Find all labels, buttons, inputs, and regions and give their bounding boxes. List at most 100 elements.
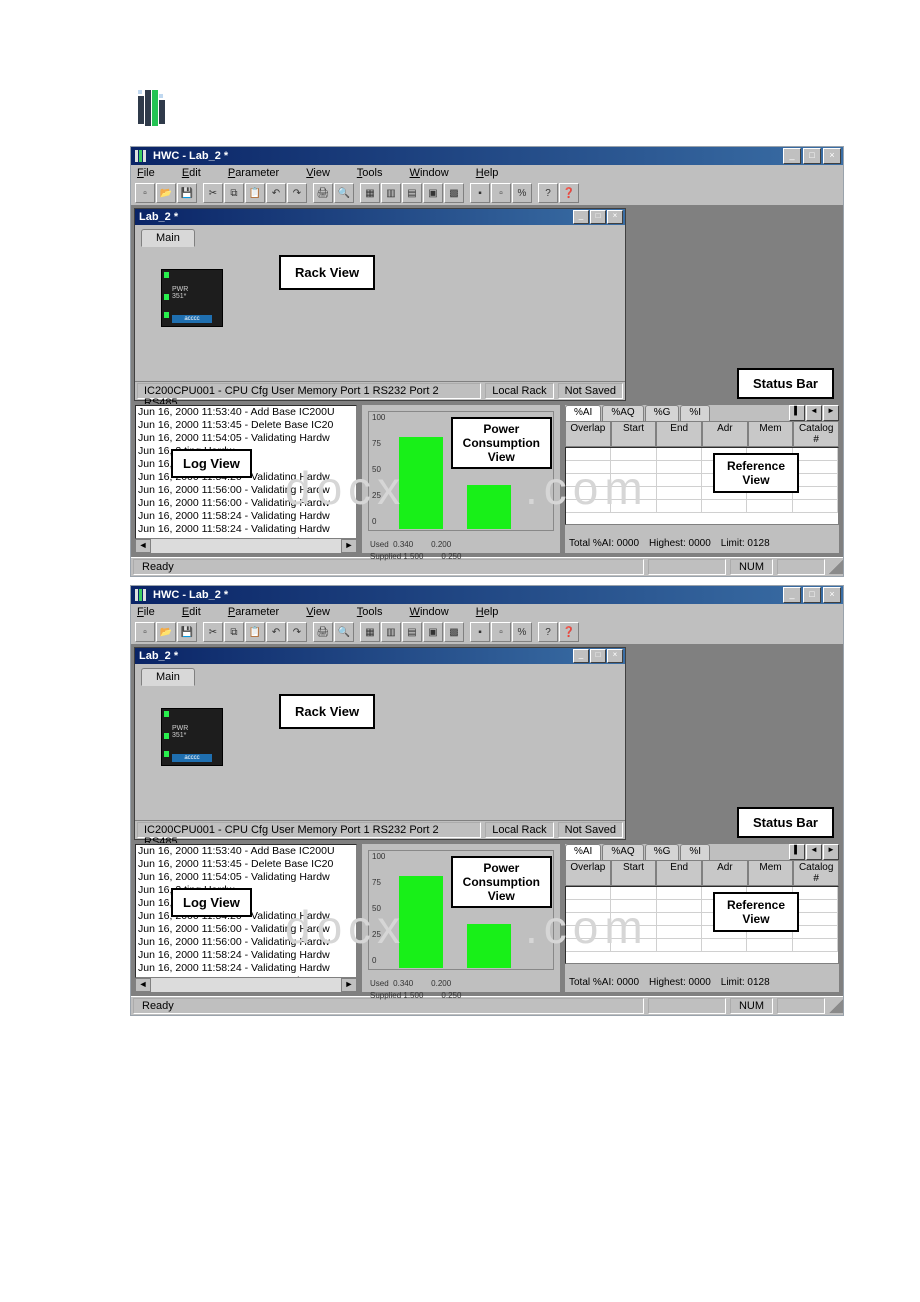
menu-file[interactable]: File (137, 167, 167, 179)
log-row[interactable]: Jun 16, 2000 11:58:24 - Validating Hardw (136, 523, 356, 536)
log-row[interactable]: Jun 16, 2000 11:53:45 - Delete Base IC20 (136, 419, 356, 432)
tool-print-icon[interactable]: 🖨 (313, 622, 333, 642)
ref-col-overlap[interactable]: Overlap (565, 421, 611, 447)
ref-tab-scroll-right-icon[interactable]: ► (823, 844, 839, 860)
ref-col-mem[interactable]: Mem (748, 860, 794, 886)
toolbar[interactable]: ▫ 📂 💾 ✂ ⧉ 📋 ↶ ↷ 🖨 🔍 ▦ ▥ ▤ ▣ ▩ ▪ ▫ % ? ❓ (131, 620, 843, 644)
tool-whatsthis-icon[interactable]: ❓ (559, 622, 579, 642)
ref-col-mem[interactable]: Mem (748, 421, 794, 447)
tool-group5-icon[interactable]: ▩ (444, 622, 464, 642)
tool-paste-icon[interactable]: 📋 (245, 622, 265, 642)
log-hscroll[interactable]: ◄ ► (135, 978, 357, 992)
rack-close-button[interactable]: × (607, 210, 623, 224)
rack-minimize-button[interactable]: _ (573, 649, 589, 663)
resize-grip-icon[interactable] (829, 560, 843, 574)
menu-parameter[interactable]: Parameter (228, 167, 291, 179)
log-row[interactable]: Jun 16, 2000 11:58:24 - Validating Hardw (136, 962, 356, 975)
app-titlebar[interactable]: HWC - Lab_2 * _ □ × (131, 147, 843, 165)
ref-col-adr[interactable]: Adr (702, 860, 748, 886)
tool-group4-icon[interactable]: ▣ (423, 622, 443, 642)
ref-tab-ai[interactable]: %AI (565, 405, 601, 421)
tool-save-icon[interactable]: 💾 (177, 622, 197, 642)
tool-open-icon[interactable]: 📂 (156, 183, 176, 203)
tool-cut-icon[interactable]: ✂ (203, 622, 223, 642)
tool-paste-icon[interactable]: 📋 (245, 183, 265, 203)
tool-group8-icon[interactable]: % (512, 183, 532, 203)
log-row[interactable]: Jun 16, 2000 11:53:45 - Delete Base IC20 (136, 858, 356, 871)
menubar[interactable]: File Edit Parameter View Tools Window He… (131, 604, 843, 620)
menu-view[interactable]: View (306, 606, 342, 618)
ref-col-start[interactable]: Start (611, 421, 657, 447)
tool-redo-icon[interactable]: ↷ (287, 622, 307, 642)
tool-cut-icon[interactable]: ✂ (203, 183, 223, 203)
tool-group7-icon[interactable]: ▫ (491, 183, 511, 203)
tool-copy-icon[interactable]: ⧉ (224, 622, 244, 642)
ref-tabs[interactable]: %AI %AQ %G %I ▌ ◄ ► (565, 844, 839, 860)
menu-tools[interactable]: Tools (357, 167, 395, 179)
ref-col-start[interactable]: Start (611, 860, 657, 886)
tool-new-icon[interactable]: ▫ (135, 183, 155, 203)
ref-col-overlap[interactable]: Overlap (565, 860, 611, 886)
tool-help-icon[interactable]: ? (538, 622, 558, 642)
menu-window[interactable]: Window (410, 606, 461, 618)
tool-group8-icon[interactable]: % (512, 622, 532, 642)
ref-tab-i[interactable]: %I (680, 844, 710, 860)
tool-new-icon[interactable]: ▫ (135, 622, 155, 642)
tool-redo-icon[interactable]: ↷ (287, 183, 307, 203)
tool-help-icon[interactable]: ? (538, 183, 558, 203)
app-titlebar[interactable]: HWC - Lab_2 * _ □ × (131, 586, 843, 604)
tool-group5-icon[interactable]: ▩ (444, 183, 464, 203)
log-row[interactable]: Jun 16, 2000 11:53:40 - Add Base IC200U (136, 406, 356, 419)
log-row[interactable]: Jun 16, 2000 11:56:00 - Validating Hardw (136, 936, 356, 949)
log-row[interactable]: Jun 16, 2000 11:56:00 - Validating Hardw (136, 923, 356, 936)
scroll-left-icon[interactable]: ◄ (135, 978, 151, 992)
menu-view[interactable]: View (306, 167, 342, 179)
rack-maximize-button[interactable]: □ (590, 649, 606, 663)
ref-tab-g[interactable]: %G (645, 844, 680, 860)
tool-group2-icon[interactable]: ▥ (381, 183, 401, 203)
tool-open-icon[interactable]: 📂 (156, 622, 176, 642)
rack-tab-main[interactable]: Main (141, 229, 195, 247)
rack-titlebar[interactable]: Lab_2 * _ □ × (135, 648, 625, 664)
scroll-right-icon[interactable]: ► (341, 539, 357, 553)
tool-print-icon[interactable]: 🖨 (313, 183, 333, 203)
window-close-button[interactable]: × (823, 587, 841, 603)
tool-group3-icon[interactable]: ▤ (402, 622, 422, 642)
menu-parameter[interactable]: Parameter (228, 606, 291, 618)
window-close-button[interactable]: × (823, 148, 841, 164)
log-row[interactable]: Jun 16, 2000 11:56:00 - Validating Hardw (136, 497, 356, 510)
menu-edit[interactable]: Edit (182, 606, 213, 618)
tool-group4-icon[interactable]: ▣ (423, 183, 443, 203)
window-minimize-button[interactable]: _ (783, 587, 801, 603)
scroll-right-icon[interactable]: ► (341, 978, 357, 992)
ref-tab-g[interactable]: %G (645, 405, 680, 421)
log-hscroll[interactable]: ◄ ► (135, 539, 357, 553)
menu-file[interactable]: File (137, 606, 167, 618)
window-minimize-button[interactable]: _ (783, 148, 801, 164)
tool-undo-icon[interactable]: ↶ (266, 622, 286, 642)
menu-tools[interactable]: Tools (357, 606, 395, 618)
tool-whatsthis-icon[interactable]: ❓ (559, 183, 579, 203)
tool-undo-icon[interactable]: ↶ (266, 183, 286, 203)
ref-tab-aq[interactable]: %AQ (602, 405, 643, 421)
ref-tab-scroll-left-icon[interactable]: ◄ (806, 844, 822, 860)
ref-col-adr[interactable]: Adr (702, 421, 748, 447)
ref-col-end[interactable]: End (656, 421, 702, 447)
ref-tabs[interactable]: %AI %AQ %G %I ▌ ◄ ► (565, 405, 839, 421)
tool-copy-icon[interactable]: ⧉ (224, 183, 244, 203)
rack-maximize-button[interactable]: □ (590, 210, 606, 224)
rack-module[interactable]: PWR351* acccc (161, 708, 223, 766)
toolbar[interactable]: ▫ 📂 💾 ✂ ⧉ 📋 ↶ ↷ 🖨 🔍 ▦ ▥ ▤ ▣ ▩ ▪ ▫ % ? ❓ (131, 181, 843, 205)
tool-group2-icon[interactable]: ▥ (381, 622, 401, 642)
ref-tab-i[interactable]: %I (680, 405, 710, 421)
ref-tab-scroll-right-icon[interactable]: ► (823, 405, 839, 421)
ref-tab-scroll-left-icon[interactable]: ◄ (806, 405, 822, 421)
menubar[interactable]: File Edit Parameter View Tools Window He… (131, 165, 843, 181)
menu-window[interactable]: Window (410, 167, 461, 179)
menu-help[interactable]: Help (476, 606, 511, 618)
resize-grip-icon[interactable] (829, 999, 843, 1013)
menu-help[interactable]: Help (476, 167, 511, 179)
ref-tab-aq[interactable]: %AQ (602, 844, 643, 860)
menu-edit[interactable]: Edit (182, 167, 213, 179)
log-row[interactable]: Jun 16, 2000 11:58:24 - Validating Hardw (136, 510, 356, 523)
